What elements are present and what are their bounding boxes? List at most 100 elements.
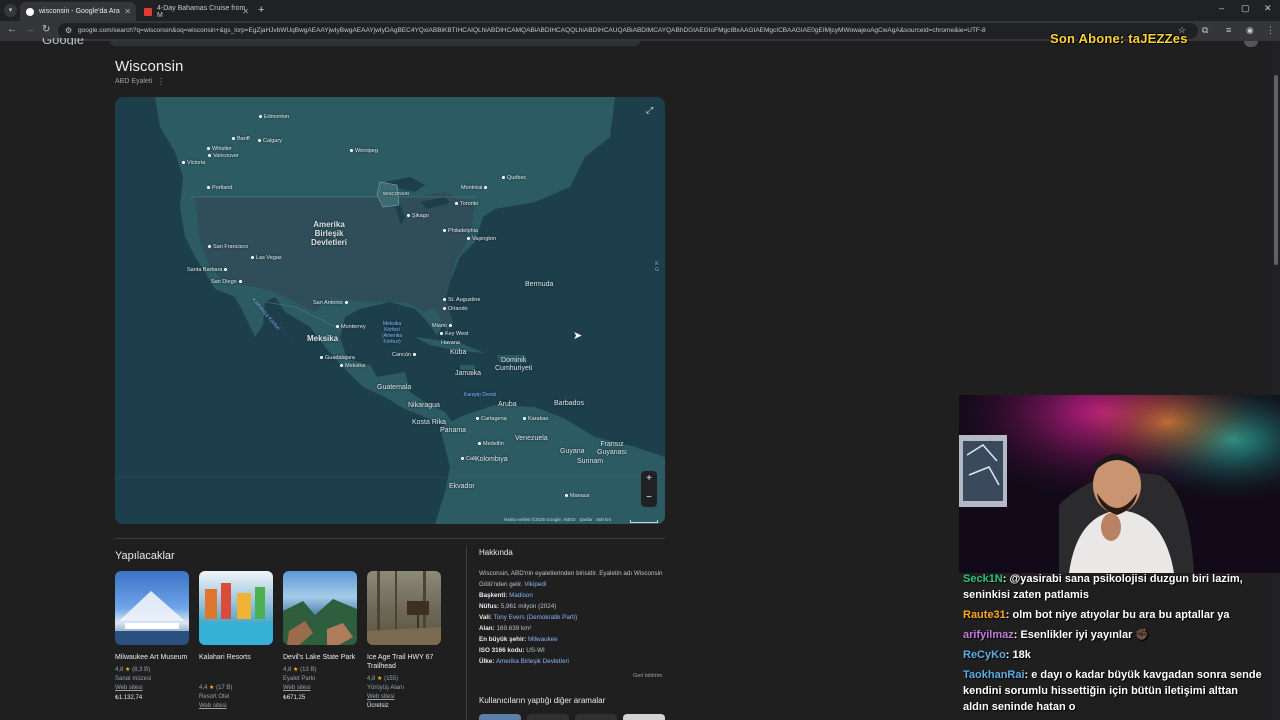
- cruise-favicon-icon: [144, 7, 152, 16]
- star-icon: ★: [377, 676, 383, 682]
- fact-country: Ülke: Amerika Birleşik Devletleri: [479, 658, 569, 665]
- fact-largest-city: En büyük şehir: Milwaukee: [479, 636, 558, 643]
- playlist-icon[interactable]: ≡: [1226, 25, 1231, 35]
- fact-link[interactable]: Tony Evers (Demokratik Parti): [494, 614, 578, 621]
- place-card-ice-age-trail[interactable]: Ice Age Trail HWY 67 Trailhead 4,8 ★ (15…: [367, 571, 441, 716]
- chat-username: Seck1N: [963, 573, 1003, 585]
- place-card-milwaukee-art-museum[interactable]: Milwaukee Art Museum 4,8 ★ (8,3 B) Sanat…: [115, 571, 189, 716]
- also-searched-chip[interactable]: [575, 714, 617, 720]
- zoom-in-button[interactable]: +: [644, 473, 654, 484]
- minimize-icon[interactable]: –: [1219, 3, 1224, 13]
- search-input[interactable]: [110, 41, 640, 46]
- chat-username: ReCyKo: [963, 649, 1006, 661]
- map-label-winnipeg: Winnipeg: [350, 148, 378, 154]
- about-description: Wisconsin, ABD'nin eyaletlerinden birisi…: [479, 570, 663, 588]
- expand-map-icon[interactable]: ⤢: [646, 105, 653, 116]
- place-website-link[interactable]: Web sitesi: [283, 685, 357, 691]
- feedback-link[interactable]: Geri bildirim: [633, 673, 662, 679]
- arrow-right-icon[interactable]: →: [25, 24, 35, 35]
- map-label-las-vegas: Las Vegas: [251, 255, 282, 261]
- also-searched-chip[interactable]: [479, 714, 521, 720]
- map-label-colombia: Kolombiya: [475, 456, 508, 463]
- map-label-cuba: Küba: [450, 349, 467, 356]
- entity-subtitle: ABD Eyaleti: [115, 78, 153, 85]
- tab-title: wisconsin - Google'da Ara: [39, 8, 120, 15]
- map-label-orlando: Orlando: [443, 306, 468, 312]
- map-label-victoria: Victoria: [182, 160, 205, 166]
- fact-link[interactable]: Amerika Birleşik Devletleri: [496, 658, 569, 665]
- place-website-link[interactable]: Web sitesi: [199, 703, 273, 709]
- about-title: Hakkında: [479, 548, 513, 557]
- fact-link[interactable]: Milwaukee: [528, 636, 558, 643]
- also-searched-title: Kullanıcıların yaptığı diğer aramalar: [479, 696, 606, 705]
- map-label-vancouver: Vancouver: [208, 153, 239, 159]
- place-card-devils-lake-state-park[interactable]: Devil's Lake State Park 4,8 ★ (13 B) Eya…: [283, 571, 357, 716]
- zoom-out-button[interactable]: −: [644, 492, 654, 503]
- webcam-image: [959, 395, 1280, 573]
- puzzle-icon[interactable]: ⧉: [1202, 25, 1208, 36]
- site-info-icon[interactable]: ⚙: [65, 23, 72, 39]
- map[interactable]: Edmonton Banff Calgary Whistler Vancouve…: [115, 97, 665, 524]
- map-label-portland: Portland: [207, 185, 233, 191]
- also-searched-chip[interactable]: [623, 714, 665, 720]
- stream-chat: Seck1N: @yasirabi sana psikolojisi duzgu…: [963, 571, 1263, 719]
- place-type: Resort Otel: [199, 694, 230, 700]
- place-price: ₺1.132,74: [115, 695, 143, 701]
- google-logo[interactable]: Google: [42, 38, 84, 45]
- more-options-icon[interactable]: ⋮: [157, 77, 165, 86]
- map-label-whistler: Whistler: [207, 146, 232, 152]
- map-terms-link[interactable]: Şartlar: [579, 517, 592, 522]
- chat-message: ReCyKo: 18k: [963, 647, 1263, 663]
- map-label-chicago: Şikago: [407, 213, 429, 219]
- map-label-san-diego: San Diego: [211, 279, 244, 285]
- map-label-edmonton: Edmonton: [259, 114, 289, 120]
- fact-link[interactable]: Madison: [509, 592, 533, 599]
- place-image[interactable]: [115, 571, 189, 645]
- map-label-wisconsin[interactable]: WISCONSIN: [383, 191, 409, 196]
- url-text: google.com/search?q=wisconsin&oq=wiscons…: [78, 27, 986, 34]
- map-label-guadalajara: Guadalajara: [320, 355, 355, 361]
- map-label-aruba: Aruba: [498, 401, 517, 408]
- tab-search-icon[interactable]: ▾: [4, 4, 17, 17]
- place-name[interactable]: Ice Age Trail HWY 67 Trailhead: [367, 653, 441, 671]
- tab-bahamas-cruise[interactable]: 4-Day Bahamas Cruise from M ✕: [138, 2, 254, 21]
- place-website-link[interactable]: Web sitesi: [115, 685, 189, 691]
- tab-wisconsin-search[interactable]: wisconsin - Google'da Ara ✕: [20, 2, 136, 21]
- window-close-icon[interactable]: ✕: [1264, 3, 1272, 14]
- place-name[interactable]: Devil's Lake State Park: [283, 653, 357, 662]
- reload-icon[interactable]: ↻: [42, 24, 50, 35]
- place-image[interactable]: [367, 571, 441, 645]
- close-icon[interactable]: ✕: [242, 7, 249, 16]
- place-website-link[interactable]: Web sitesi: [367, 694, 441, 700]
- place-name[interactable]: Milwaukee Art Museum: [115, 653, 189, 662]
- kebab-menu-icon[interactable]: ⋮: [1266, 25, 1275, 36]
- place-name[interactable]: Kalahari Resorts: [199, 653, 273, 662]
- also-searched-chip[interactable]: [527, 714, 569, 720]
- fact-capital: Başkenti: Madison: [479, 592, 533, 599]
- wikipedia-link[interactable]: Vikipedi: [524, 581, 546, 588]
- scrollbar-thumb[interactable]: [1274, 75, 1278, 265]
- map-label-cancun: Cancún: [392, 352, 418, 358]
- arrow-left-icon[interactable]: ←: [7, 24, 17, 35]
- map-label-guatemala: Guatemala: [377, 384, 412, 391]
- address-bar[interactable]: ⚙ google.com/search?q=wisconsin&oq=wisco…: [58, 23, 1198, 39]
- avatar[interactable]: [1244, 41, 1258, 47]
- chat-message: Raute31: olm bot niye atıyolar bu ara bu…: [963, 607, 1263, 623]
- map-label-st-augustine: St. Augustine: [443, 297, 480, 303]
- maximize-icon[interactable]: ▢: [1241, 3, 1250, 14]
- map-label-san-francisco: San Francisco: [208, 244, 248, 250]
- map-label-monterrey: Monterrey: [336, 324, 366, 330]
- place-image[interactable]: [199, 571, 273, 645]
- place-card-kalahari-resorts[interactable]: Kalahari Resorts 4,4 ★ (17 B) Resort Ote…: [199, 571, 273, 716]
- map-label-costa-rica: Kosta Rika: [412, 419, 446, 426]
- chat-message: arifyilmaz: Esenlikler iyi yayınlar ✊🏿: [963, 627, 1263, 643]
- map-label-barbados: Barbados: [554, 400, 584, 407]
- map-attribution: Harita verileri ©2025 Google, INEGI Şart…: [504, 517, 611, 522]
- subscriber-overlay: Son Abone: taJEZZes: [1050, 31, 1188, 46]
- new-tab-icon[interactable]: +: [258, 4, 264, 16]
- map-label-usa: Amerika Birleşik Devletleri: [311, 220, 348, 247]
- place-image[interactable]: [283, 571, 357, 645]
- profile-icon[interactable]: ◉: [1246, 25, 1254, 36]
- close-icon[interactable]: ✕: [124, 7, 131, 16]
- map-label-bermuda: Bermuda: [525, 281, 554, 288]
